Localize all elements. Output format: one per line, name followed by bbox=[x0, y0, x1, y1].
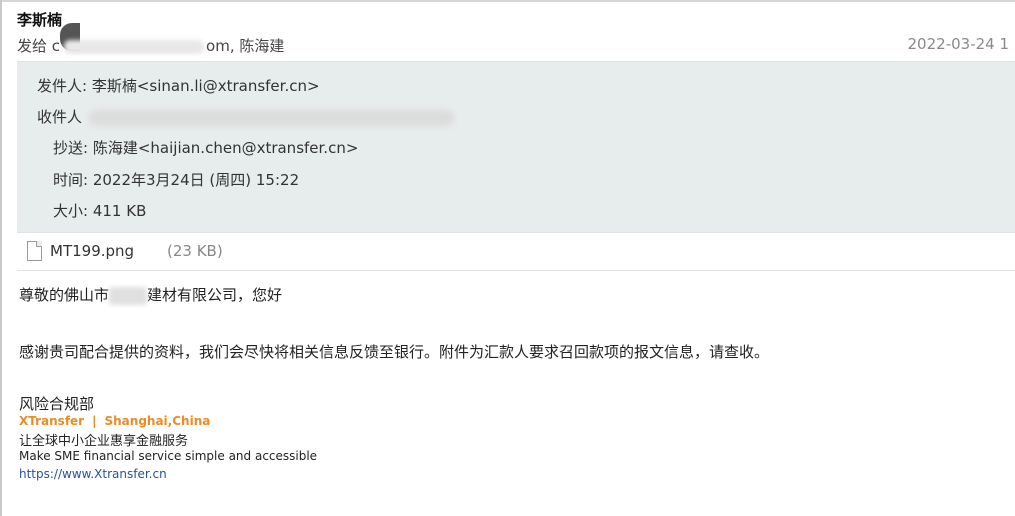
size-label: 大小: bbox=[53, 202, 89, 220]
size-row: 大小: 411 KB bbox=[53, 200, 146, 221]
signature-separator: | bbox=[92, 414, 97, 428]
to-visible-end: om, 陈海建 bbox=[206, 37, 285, 55]
signature-brand: XTransfer bbox=[19, 414, 85, 428]
attachment-name[interactable]: MT199.png bbox=[50, 242, 134, 260]
greeting-end: 建材有限公司，您好 bbox=[147, 286, 283, 304]
recipients-summary[interactable]: 发给 c om, 陈海建 bbox=[17, 35, 284, 56]
time-label: 时间: bbox=[53, 171, 89, 189]
mail-details-panel: 发件人: 李斯楠<sinan.li@xtransfer.cn> 收件人 抄送: … bbox=[17, 61, 1015, 232]
message-paragraph: 感谢贵司配合提供的资料，我们会尽快将相关信息反馈至银行。附件为汇款人要求召回款项… bbox=[19, 343, 770, 361]
size-value: 411 KB bbox=[92, 202, 147, 220]
from-row: 发件人: 李斯楠<sinan.li@xtransfer.cn> bbox=[37, 75, 320, 96]
to-label: 收件人 bbox=[37, 108, 83, 126]
to-row: 收件人 bbox=[37, 106, 454, 127]
to-visible-start: c bbox=[51, 37, 61, 55]
redacted-recipients bbox=[88, 109, 454, 126]
signature-brand-line: XTransfer | Shanghai,China bbox=[19, 414, 210, 428]
cc-label: 抄送: bbox=[53, 139, 89, 157]
from-label: 发件人: bbox=[37, 77, 88, 95]
to-prefix: 发给 bbox=[17, 37, 48, 55]
redacted-recipient bbox=[64, 39, 205, 54]
file-icon bbox=[27, 241, 42, 261]
signature-department: 风险合规部 bbox=[19, 395, 95, 413]
sender-name: 李斯楠 bbox=[17, 11, 63, 29]
cc-value[interactable]: 陈海建<haijian.chen@xtransfer.cn> bbox=[93, 139, 359, 157]
redacted-company bbox=[109, 286, 148, 305]
signature-location: Shanghai,China bbox=[104, 414, 211, 428]
window-left-border bbox=[0, 0, 2, 516]
signature-slogan-cn: 让全球中小企业惠享金融服务 bbox=[19, 434, 189, 449]
signature-slogan-en: Make SME financial service simple and ac… bbox=[19, 449, 318, 463]
signature-link[interactable]: https://www.Xtransfer.cn bbox=[19, 467, 167, 481]
window-top-border bbox=[0, 0, 1015, 2]
from-value[interactable]: 李斯楠<sinan.li@xtransfer.cn> bbox=[92, 77, 320, 95]
attachment-item[interactable]: MT199.png (23 KB) bbox=[17, 232, 1015, 271]
cc-row: 抄送: 陈海建<haijian.chen@xtransfer.cn> bbox=[53, 137, 358, 158]
greeting-start: 尊敬的佛山市 bbox=[19, 286, 110, 304]
attachment-size: (23 KB) bbox=[167, 242, 223, 260]
time-row: 时间: 2022年3月24日 (周四) 15:22 bbox=[53, 169, 299, 190]
greeting: 尊敬的佛山市 建材有限公司，您好 bbox=[19, 284, 282, 305]
mail-date: 2022-03-24 1 bbox=[907, 35, 1009, 53]
time-value: 2022年3月24日 (周四) 15:22 bbox=[92, 171, 300, 189]
